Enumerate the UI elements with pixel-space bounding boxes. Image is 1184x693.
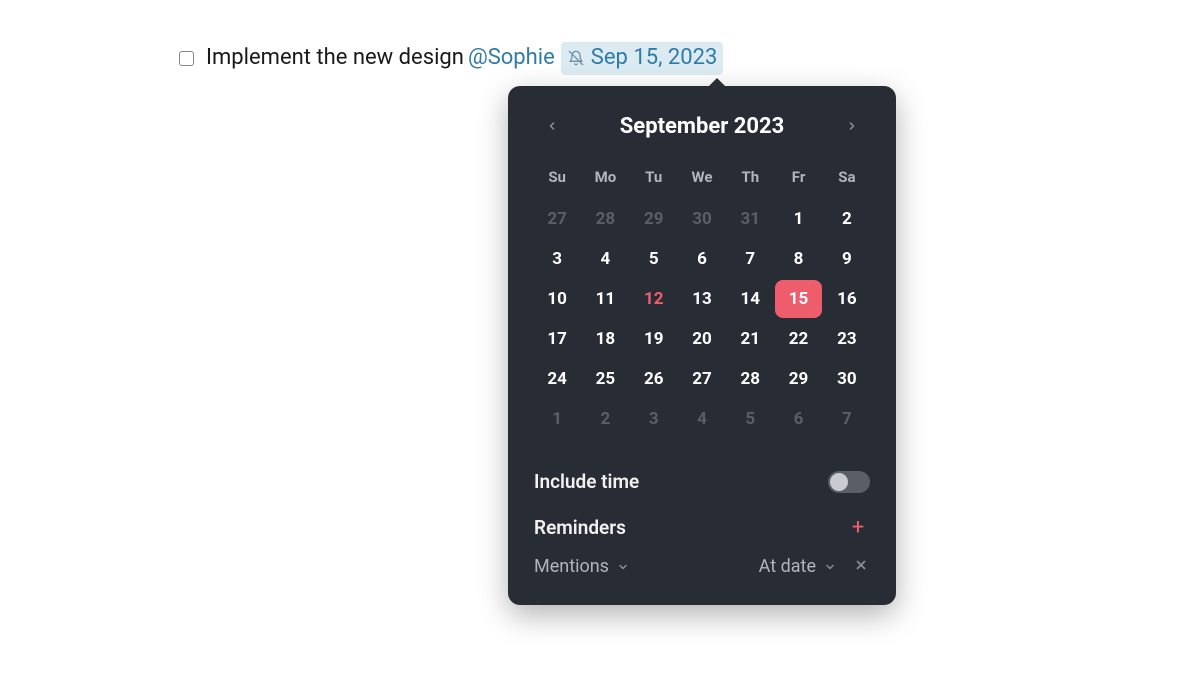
reminder-when-value: At date — [759, 556, 816, 577]
calendar-day[interactable]: 1 — [534, 400, 580, 438]
task-mention[interactable]: @Sophie — [468, 43, 555, 74]
calendar-day[interactable]: 31 — [727, 200, 773, 238]
reminder-item-row: Mentions At date — [528, 548, 876, 581]
calendar-day[interactable]: 29 — [631, 200, 677, 238]
calendar-day[interactable]: 10 — [534, 280, 580, 318]
remove-reminder-button[interactable] — [852, 556, 870, 577]
calendar-day[interactable]: 26 — [631, 360, 677, 398]
calendar-day[interactable]: 5 — [631, 240, 677, 278]
calendar-day[interactable]: 22 — [775, 320, 821, 358]
reminder-type-value: Mentions — [534, 556, 609, 577]
reminder-type-dropdown[interactable]: Mentions — [534, 556, 629, 577]
calendar-day[interactable]: 11 — [582, 280, 628, 318]
reminders-row: Reminders + — [528, 507, 876, 548]
calendar-day[interactable]: 14 — [727, 280, 773, 318]
toggle-knob — [830, 473, 848, 491]
calendar-month-title: September 2023 — [620, 114, 784, 139]
include-time-label: Include time — [534, 470, 639, 493]
calendar-dow: Su — [534, 160, 580, 198]
calendar-grid: SuMoTuWeThFrSa27282930311234567891011121… — [528, 160, 876, 438]
calendar-day[interactable]: 12 — [631, 280, 677, 318]
calendar-day[interactable]: 3 — [631, 400, 677, 438]
calendar-day[interactable]: 15 — [775, 280, 821, 318]
include-time-row: Include time — [528, 456, 876, 507]
calendar-dow: Sa — [824, 160, 870, 198]
add-reminder-button[interactable]: + — [846, 515, 870, 540]
task-date-label: Sep 15, 2023 — [591, 43, 718, 74]
calendar-dow: Th — [727, 160, 773, 198]
calendar-day[interactable]: 23 — [824, 320, 870, 358]
prev-month-button[interactable] — [538, 112, 566, 140]
bell-icon — [567, 49, 585, 67]
task-date-tag[interactable]: Sep 15, 2023 — [561, 42, 724, 75]
calendar-day[interactable]: 27 — [679, 360, 725, 398]
calendar-day[interactable]: 2 — [582, 400, 628, 438]
calendar-day[interactable]: 9 — [824, 240, 870, 278]
chevron-down-icon — [617, 561, 629, 573]
chevron-down-icon — [824, 561, 836, 573]
calendar-day[interactable]: 4 — [679, 400, 725, 438]
calendar-day[interactable]: 27 — [534, 200, 580, 238]
popover-arrow — [708, 78, 726, 87]
calendar-day[interactable]: 30 — [824, 360, 870, 398]
date-picker-popover: September 2023 SuMoTuWeThFrSa27282930311… — [508, 86, 896, 605]
task-row: Implement the new design @Sophie Sep 15,… — [179, 42, 723, 75]
calendar-dow: Mo — [582, 160, 628, 198]
calendar-day[interactable]: 6 — [679, 240, 725, 278]
reminder-when-dropdown[interactable]: At date — [759, 556, 836, 577]
calendar-day[interactable]: 21 — [727, 320, 773, 358]
include-time-toggle[interactable] — [828, 471, 870, 493]
calendar-header: September 2023 — [528, 106, 876, 160]
calendar-day[interactable]: 6 — [775, 400, 821, 438]
calendar-day[interactable]: 24 — [534, 360, 580, 398]
calendar-day[interactable]: 5 — [727, 400, 773, 438]
calendar-day[interactable]: 29 — [775, 360, 821, 398]
calendar-day[interactable]: 2 — [824, 200, 870, 238]
next-month-button[interactable] — [838, 112, 866, 140]
calendar-day[interactable]: 7 — [824, 400, 870, 438]
task-text: Implement the new design — [206, 43, 464, 74]
calendar-day[interactable]: 28 — [727, 360, 773, 398]
calendar-day[interactable]: 18 — [582, 320, 628, 358]
calendar-day[interactable]: 30 — [679, 200, 725, 238]
calendar-day[interactable]: 13 — [679, 280, 725, 318]
calendar-day[interactable]: 17 — [534, 320, 580, 358]
calendar-dow: We — [679, 160, 725, 198]
calendar-dow: Fr — [775, 160, 821, 198]
calendar-day[interactable]: 8 — [775, 240, 821, 278]
calendar-day[interactable]: 3 — [534, 240, 580, 278]
calendar-day[interactable]: 1 — [775, 200, 821, 238]
calendar-day[interactable]: 28 — [582, 200, 628, 238]
task-checkbox[interactable] — [179, 51, 194, 66]
calendar-day[interactable]: 25 — [582, 360, 628, 398]
calendar-day[interactable]: 4 — [582, 240, 628, 278]
calendar-day[interactable]: 16 — [824, 280, 870, 318]
reminders-label: Reminders — [534, 516, 626, 539]
calendar-day[interactable]: 7 — [727, 240, 773, 278]
calendar-day[interactable]: 19 — [631, 320, 677, 358]
calendar-dow: Tu — [631, 160, 677, 198]
calendar-day[interactable]: 20 — [679, 320, 725, 358]
